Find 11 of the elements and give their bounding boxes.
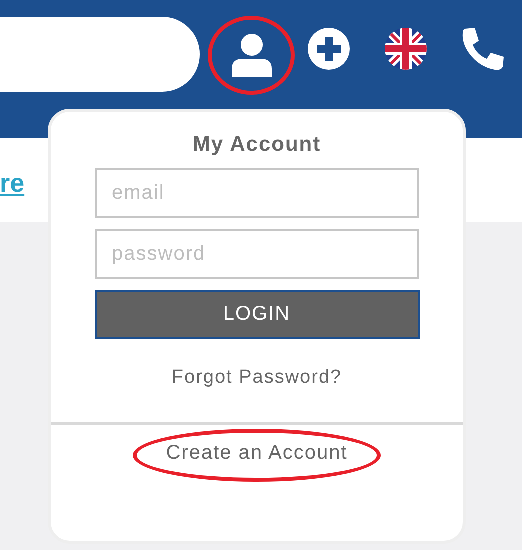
phone-icon[interactable]	[460, 27, 504, 71]
add-icon[interactable]	[308, 28, 350, 70]
flag-icon[interactable]	[384, 28, 426, 70]
link[interactable]: re	[0, 168, 25, 198]
search-field[interactable]	[0, 17, 200, 92]
password-field[interactable]: password	[95, 229, 419, 279]
email-field[interactable]: email	[95, 168, 419, 218]
forgot-password-link[interactable]: Forgot Password?	[172, 367, 342, 389]
login-button[interactable]: LOGIN	[94, 290, 420, 339]
menu-title: My Account	[192, 133, 322, 157]
create-account-link[interactable]: Create an Account	[166, 442, 348, 464]
